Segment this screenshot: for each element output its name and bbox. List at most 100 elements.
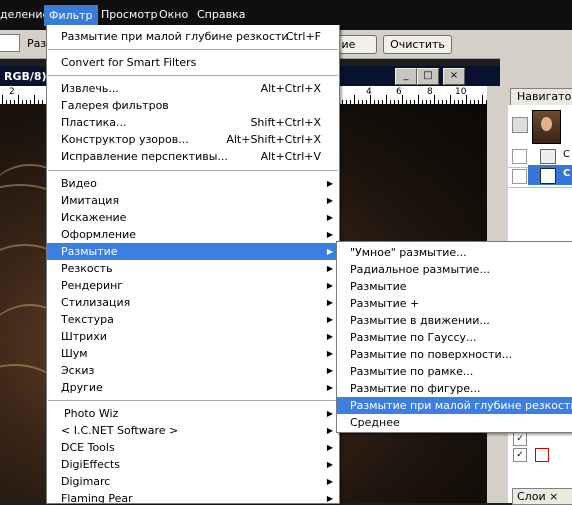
filter-menu-item[interactable]: Flaming Pear ▶	[47, 490, 339, 503]
menu-item-label: Резкость	[61, 262, 113, 275]
filter-menu-item[interactable]: Рендеринг ▶	[47, 277, 339, 294]
clear-button-label: Очистить	[390, 38, 445, 51]
blur-submenu-item[interactable]: Радиальное размытие...	[337, 261, 572, 278]
blur-submenu-item[interactable]: Размытие при малой глубине резкости...	[337, 397, 572, 414]
layer-visibility-checkbox[interactable]	[512, 149, 527, 164]
navigator-thumbnail[interactable]	[532, 110, 561, 144]
ruler-tick	[370, 95, 371, 104]
layer-document-icon	[540, 168, 556, 184]
blur-submenu: "Умное" размытие... Радиальное размытие..…	[336, 241, 572, 433]
layer-visibility-checkbox[interactable]	[512, 169, 527, 184]
menu-item-shortcut: Shift+Ctrl+X	[250, 116, 321, 129]
submenu-item-label: Размытие по фигуре...	[350, 382, 481, 395]
blur-submenu-item[interactable]: Размытие +	[337, 295, 572, 312]
filter-menu-item[interactable]: Исправление перспективы... Alt+Ctrl+V	[47, 148, 339, 165]
menu-item-label: Штрихи	[61, 330, 107, 343]
filter-menu-item[interactable]: Оформление ▶	[47, 226, 339, 243]
ruler-number: 8	[427, 87, 433, 97]
menu-separator	[48, 170, 338, 171]
filter-menu-item[interactable]: Размытие ▶	[47, 243, 339, 260]
menu-help[interactable]: Справка	[197, 8, 245, 21]
ruler-tick	[450, 95, 451, 104]
document-title: RGB/8)	[4, 70, 47, 83]
layers-tab-label: Слои ×	[517, 490, 559, 503]
filter-menu-item[interactable]: < I.C.NET Software > ▶	[47, 422, 339, 439]
ruler-tick	[2, 95, 3, 104]
blur-submenu-item[interactable]: Среднее	[337, 414, 572, 431]
menu-view[interactable]: Просмотр	[101, 8, 157, 21]
filter-menu-item[interactable]: Пластика... Shift+Ctrl+X	[47, 114, 339, 131]
checkmark-icon[interactable]: ✓	[513, 432, 527, 446]
clear-button[interactable]: Очистить	[383, 35, 452, 54]
menu-item-shortcut: Ctrl+F	[285, 30, 321, 43]
checkmark-icon[interactable]: ✓	[513, 448, 527, 462]
filter-menu-item[interactable]: Галерея фильтров	[47, 97, 339, 114]
filter-menu-item[interactable]: Digimarc ▶	[47, 473, 339, 490]
filter-menu-item[interactable]: Photo Wiz ▶	[47, 405, 339, 422]
filter-menu-item[interactable]: Шум ▶	[47, 345, 339, 362]
ruler-tick	[354, 95, 355, 104]
filter-menu-item[interactable]: Эскиз ▶	[47, 362, 339, 379]
options-field[interactable]	[0, 34, 20, 52]
filter-menu-item[interactable]: Имитация ▶	[47, 192, 339, 209]
filter-menu-item[interactable]: Размытие при малой глубине резкости Ctrl+…	[47, 28, 339, 45]
navigator-zoom-icon[interactable]	[512, 117, 528, 133]
menu-item-label: Эскиз	[61, 364, 95, 377]
filter-menu-item[interactable]: Конструктор узоров... Alt+Shift+Ctrl+X	[47, 131, 339, 148]
filter-menu-item[interactable]: Резкость ▶	[47, 260, 339, 277]
blur-submenu-item[interactable]: Размытие по поверхности...	[337, 346, 572, 363]
filter-menu-item[interactable]: Стилизация ▶	[47, 294, 339, 311]
menu-edit[interactable]: деление	[0, 8, 49, 21]
filter-menu-item[interactable]: Извлечь... Alt+Ctrl+X	[47, 80, 339, 97]
menu-separator	[48, 49, 338, 50]
layer-mask-icon[interactable]	[535, 448, 549, 462]
ruler-number: 2	[9, 87, 15, 97]
minimize-icon: _	[403, 70, 409, 81]
menu-item-label: Галерея фильтров	[61, 99, 169, 112]
navigator-tab-label: Навигатор	[517, 90, 572, 103]
options-button-label: ие	[341, 38, 356, 51]
submenu-arrow-icon: ▶	[326, 179, 333, 188]
filter-menu-item[interactable]: DCE Tools ▶	[47, 439, 339, 456]
filter-menu: Размытие при малой глубине резкости Ctrl+…	[46, 25, 340, 504]
blur-submenu-item[interactable]: Размытие по Гауссу...	[337, 329, 572, 346]
layers-tab[interactable]: Слои ×	[512, 488, 572, 505]
blur-submenu-item[interactable]: Размытие	[337, 278, 572, 295]
options-label: Раз	[27, 37, 47, 50]
filter-menu-item[interactable]: Штрихи ▶	[47, 328, 339, 345]
submenu-arrow-icon: ▶	[326, 213, 333, 222]
submenu-arrow-icon: ▶	[326, 460, 333, 469]
close-button[interactable]: ×	[443, 68, 465, 85]
blur-submenu-item[interactable]: Размытие в движении...	[337, 312, 572, 329]
ruler-tick	[34, 95, 35, 104]
maximize-button[interactable]: □	[417, 68, 439, 85]
filter-menu-item[interactable]: Другие ▶	[47, 379, 339, 396]
menu-item-label: Искажение	[61, 211, 127, 224]
filter-menu-item[interactable]: Convert for Smart Filters	[47, 54, 339, 71]
blur-submenu-item[interactable]: "Умное" размытие...	[337, 244, 572, 261]
filter-menu-item[interactable]: Текстура ▶	[47, 311, 339, 328]
ruler-tick	[418, 95, 419, 104]
minimize-button[interactable]: _	[395, 68, 417, 85]
blur-submenu-item[interactable]: Размытие по рамке...	[337, 363, 572, 380]
filter-menu-item[interactable]: Видео ▶	[47, 175, 339, 192]
ruler-number: 6	[396, 87, 402, 97]
menu-item-label: Размытие при малой глубине резкости	[61, 30, 289, 43]
menu-window[interactable]: Окно	[159, 8, 188, 21]
maximize-icon: □	[423, 70, 433, 81]
filter-menu-item[interactable]: Искажение ▶	[47, 209, 339, 226]
blur-submenu-item[interactable]: Размытие по фигуре...	[337, 380, 572, 397]
layer-document-icon	[540, 149, 556, 164]
menu-item-shortcut: Alt+Ctrl+V	[260, 150, 321, 163]
submenu-item-label: "Умное" размытие...	[350, 246, 467, 259]
menu-item-label: DigiEffects	[61, 458, 120, 471]
menu-filter[interactable]: Фильтр	[44, 5, 98, 26]
ruler-tick	[434, 95, 435, 104]
navigator-tab[interactable]: Навигатор	[510, 88, 572, 105]
submenu-item-label: Размытие при малой глубине резкости...	[350, 399, 572, 412]
menu-item-label: Видео	[61, 177, 97, 190]
menu-separator	[48, 400, 338, 401]
filter-menu-item[interactable]: DigiEffects ▶	[47, 456, 339, 473]
submenu-arrow-icon: ▶	[326, 349, 333, 358]
submenu-item-label: Среднее	[350, 416, 400, 429]
